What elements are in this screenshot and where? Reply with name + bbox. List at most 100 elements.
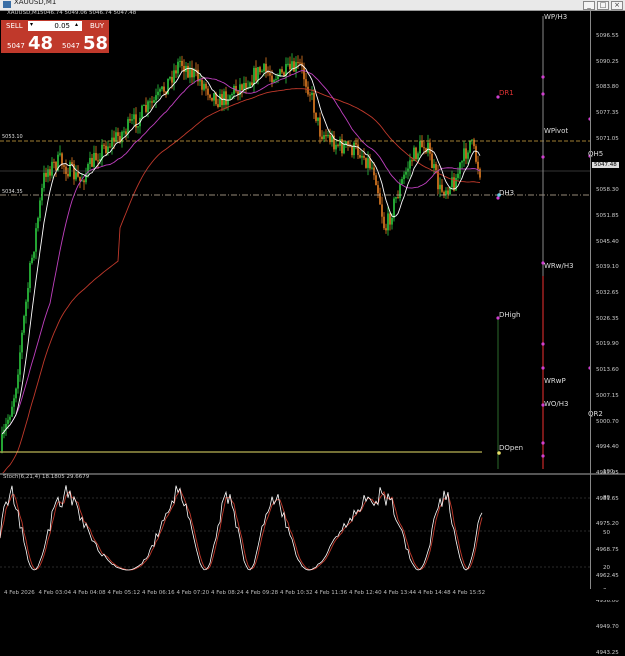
candle-body <box>105 145 107 153</box>
candle-body <box>417 153 419 160</box>
price-axis-label: 5026.35 <box>596 315 619 322</box>
candle-body <box>151 101 153 103</box>
candle-body <box>429 142 431 154</box>
candle-body <box>125 131 127 134</box>
candle-body <box>153 100 155 103</box>
candle-body <box>473 139 475 147</box>
pivot-dot <box>541 75 545 79</box>
candle-body <box>181 60 183 66</box>
candle-body <box>173 70 175 83</box>
price-axis-label: 4975.20 <box>596 521 619 528</box>
candle-body <box>313 92 315 113</box>
candle-body <box>179 60 181 62</box>
candle-body <box>67 173 69 177</box>
minimize-button[interactable]: _ <box>583 1 595 10</box>
candle-body <box>421 141 423 148</box>
time-axis[interactable]: 4 Feb 2026 4 Feb 03:04 4 Feb 04:08 4 Feb 05… <box>0 589 625 600</box>
candle-body <box>101 144 103 160</box>
candle-body <box>265 63 267 72</box>
lot-increase-icon[interactable]: ▴ <box>75 21 78 28</box>
candle-body <box>189 68 191 78</box>
candle-body <box>335 144 337 150</box>
candle-body <box>271 75 273 83</box>
candle-body <box>353 142 355 156</box>
time-axis-label: 4 Feb 03:04 <box>38 590 72 596</box>
candle-body <box>115 132 117 142</box>
candle-body <box>387 213 389 231</box>
time-axis-label: 4 Feb 12:40 <box>349 590 382 596</box>
price-axis-label: 4943.25 <box>596 649 619 656</box>
candle-body <box>411 160 413 162</box>
buy-price-prefix[interactable]: 5047 <box>62 42 80 50</box>
candle-body <box>141 105 143 118</box>
candle-body <box>149 101 151 103</box>
candle-body <box>465 148 467 159</box>
candle-body <box>191 68 193 78</box>
chart-window-icon <box>3 1 11 8</box>
sell-price-prefix[interactable]: 5047 <box>7 42 25 50</box>
price-axis-label: 5013.60 <box>596 367 619 374</box>
candle-body <box>123 131 125 133</box>
pivot-dot <box>541 441 545 445</box>
candle-body <box>407 168 409 172</box>
price-axis[interactable]: 5096.555090.255083.805077.355071.055064.… <box>590 11 625 656</box>
candle-body <box>401 179 403 185</box>
candle-body <box>311 92 313 95</box>
candle-body <box>405 171 407 175</box>
candle-body <box>281 69 283 73</box>
maximize-button[interactable]: □ <box>597 1 609 10</box>
candle-body <box>63 165 65 167</box>
price-axis-label: 5051.85 <box>596 212 619 219</box>
price-chart[interactable] <box>0 11 590 473</box>
lot-size-input[interactable]: 0.05 <box>28 21 82 31</box>
price-axis-label: 4968.75 <box>596 547 619 553</box>
pivot-label: WRw/H3 <box>544 262 574 270</box>
candle-body <box>315 112 317 121</box>
time-axis-label: 4 Feb 06:16 <box>142 590 175 596</box>
close-button[interactable]: × <box>611 1 623 10</box>
candle-body <box>249 82 251 88</box>
candle-body <box>199 79 201 82</box>
candle-body <box>145 104 147 112</box>
candle-body <box>137 126 139 128</box>
candle-body <box>107 146 109 153</box>
candle-body <box>325 135 327 137</box>
candle-body <box>351 146 353 156</box>
indicator-level-label: 20 <box>603 565 610 571</box>
buy-price-big[interactable]: 58 <box>83 33 108 54</box>
buy-button[interactable]: BUY <box>90 22 104 30</box>
pivot-label: DH3 <box>499 189 515 197</box>
candle-body <box>357 144 359 156</box>
sell-price-big[interactable]: 48 <box>28 33 53 54</box>
candle-body <box>267 71 269 74</box>
candle-body <box>11 406 13 417</box>
candle-body <box>433 164 435 169</box>
time-axis-label: 4 Feb 10:32 <box>280 590 313 596</box>
sell-button[interactable]: SELL <box>6 22 23 30</box>
time-axis-label: 4 Feb 09:28 <box>245 590 279 596</box>
candle-body <box>475 146 477 162</box>
candle-body <box>375 175 377 186</box>
candle-body <box>205 83 207 89</box>
candle-body <box>203 83 205 90</box>
price-axis-label: 5032.65 <box>596 290 619 296</box>
candle-body <box>431 153 433 169</box>
candle-body <box>23 315 25 333</box>
lot-decrease-icon[interactable]: ▾ <box>30 21 33 28</box>
candle-body <box>459 162 461 174</box>
price-axis-label: 4962.45 <box>596 572 619 579</box>
candle-body <box>143 104 145 106</box>
candle-body <box>261 71 263 73</box>
candle-body <box>287 63 289 65</box>
candle-body <box>257 67 259 81</box>
price-axis-label: 5083.80 <box>596 84 619 91</box>
indicator-level-label: 80 <box>603 495 610 501</box>
candle-body <box>207 88 209 95</box>
candle-body <box>471 139 473 141</box>
candle-body <box>415 147 417 160</box>
pivot-dot <box>541 92 545 96</box>
candle-body <box>147 101 149 112</box>
candle-body <box>89 157 91 165</box>
stochastic-indicator-pane[interactable] <box>0 475 590 588</box>
current-price-tag: 5047.48 <box>592 162 619 168</box>
